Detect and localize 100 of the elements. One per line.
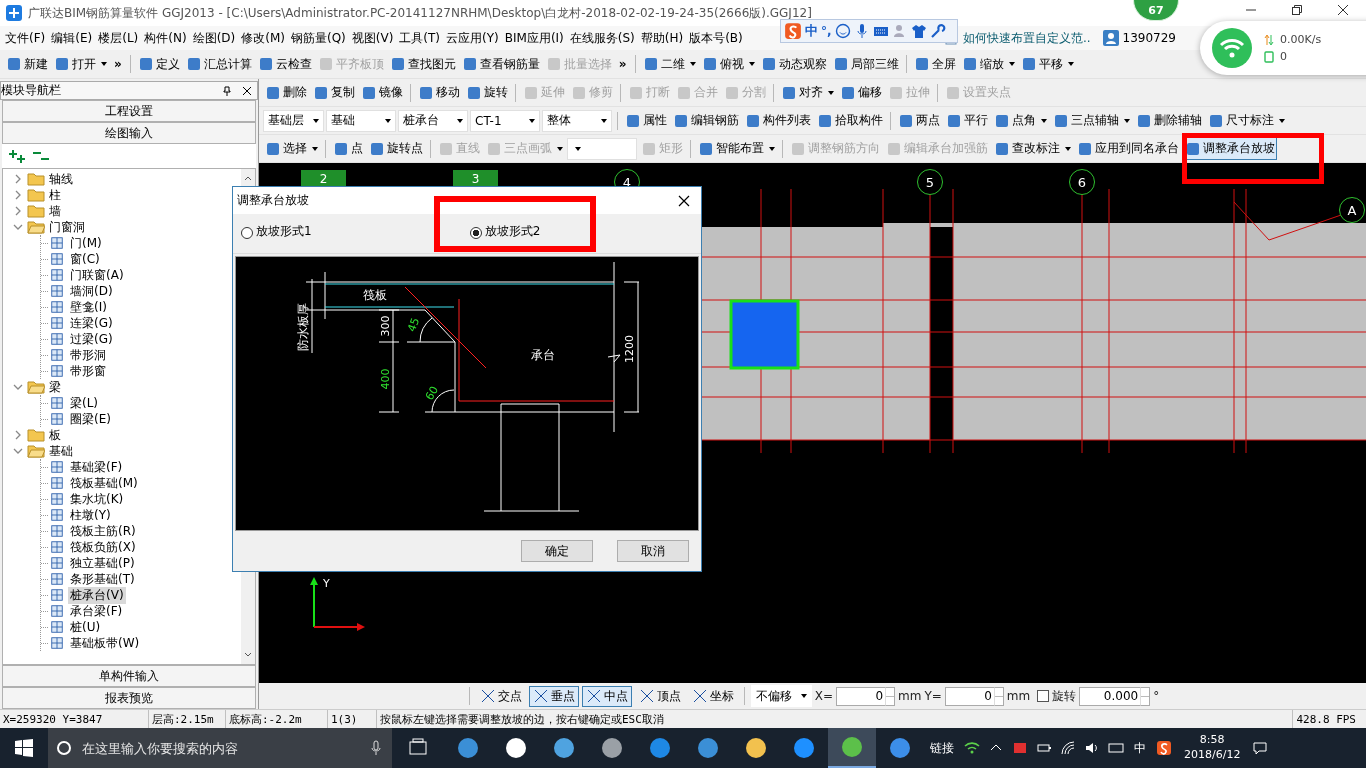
toolbar-button[interactable]: 删除: [263, 81, 309, 104]
radio-label[interactable]: 放坡形式1: [256, 223, 312, 240]
toolbar-button[interactable]: 打开: [52, 52, 109, 76]
dropdown-field[interactable]: 基础层: [263, 109, 324, 132]
expand-toggle[interactable]: [13, 206, 23, 216]
section-button[interactable]: 报表预览: [2, 687, 256, 709]
menu-item[interactable]: 在线服务(S): [566, 27, 638, 49]
tree-item[interactable]: 墙洞(D): [68, 282, 115, 300]
toolbar-button[interactable]: 移动: [416, 81, 462, 104]
toolbar-button[interactable]: 俯视: [699, 52, 757, 76]
input-method-indicator[interactable]: 中: [1134, 739, 1146, 757]
toolbar-button[interactable]: 查找图元: [387, 52, 458, 76]
checkbox-label[interactable]: 旋转: [1052, 687, 1077, 705]
toolbar-button[interactable]: 删除辅轴: [1134, 109, 1204, 132]
toolbar-button[interactable]: 智能布置: [696, 137, 777, 160]
microphone-icon[interactable]: [368, 740, 384, 756]
number-field[interactable]: 0: [836, 686, 886, 706]
toolbar-button[interactable]: 镜像: [359, 81, 405, 104]
expand-toggle[interactable]: [13, 190, 23, 200]
snap-mode-button[interactable]: 交点: [475, 685, 526, 707]
menu-item[interactable]: 版本号(B): [686, 27, 746, 49]
section-button[interactable]: 工程设置: [2, 100, 256, 122]
help-tab[interactable]: 如何快速布置自定义范..: [962, 29, 1091, 47]
snap-mode-button[interactable]: 中点: [581, 685, 632, 707]
clock-time[interactable]: 8:58: [1199, 733, 1225, 748]
toolbar-button[interactable]: 应用到同名承台: [1075, 137, 1181, 160]
ime-mode[interactable]: 中: [805, 22, 818, 40]
menu-item[interactable]: 构件(N): [141, 27, 190, 49]
tree-item[interactable]: 桩(U): [68, 618, 103, 636]
search-field[interactable]: 在这里输入你要搜索的内容: [80, 739, 360, 757]
expand-toggle[interactable]: [13, 382, 23, 392]
menu-item[interactable]: 云应用(Y): [443, 27, 502, 49]
overflow-chevron[interactable]: »: [615, 57, 630, 71]
toolbar-button[interactable]: 属性: [623, 109, 669, 132]
toolbar-button[interactable]: 定义: [135, 52, 182, 76]
tree-item[interactable]: 筏板负筋(X): [68, 538, 138, 556]
tree-item[interactable]: 集水坑(K): [68, 490, 126, 508]
shirt-icon[interactable]: [910, 23, 927, 39]
toolbar-button[interactable]: 偏移: [838, 81, 884, 104]
start-button[interactable]: [14, 738, 34, 758]
snap-mode-button[interactable]: 顶点: [634, 685, 685, 707]
toolbar-button[interactable]: 选择: [263, 137, 320, 160]
tree-folder[interactable]: 门窗洞: [49, 218, 85, 236]
close-icon[interactable]: [242, 85, 252, 96]
toolbar-button[interactable]: 局部三维: [830, 52, 901, 76]
toolbar-label[interactable]: 链接: [930, 739, 954, 757]
dropdown-field[interactable]: 桩承台: [398, 109, 468, 132]
tree-folder[interactable]: 轴线: [49, 170, 73, 188]
offset-dropdown[interactable]: 不偏移: [750, 685, 812, 707]
sogou-icon[interactable]: [1156, 740, 1172, 756]
tree-item[interactable]: 柱墩(Y): [68, 506, 113, 524]
dropdown-field[interactable]: 整体: [542, 109, 612, 132]
collapse-all-icon[interactable]: [32, 149, 50, 163]
dropdown-field[interactable]: CT-1: [470, 109, 540, 132]
toolbar-button[interactable]: 查看钢筋量: [459, 52, 542, 76]
sogou-logo-icon[interactable]: [784, 22, 802, 40]
tree-item[interactable]: 筏板主筋(R): [68, 522, 138, 540]
menu-item[interactable]: 修改(M): [238, 27, 288, 49]
tree-item[interactable]: 窗(C): [68, 250, 102, 268]
tree-item[interactable]: 壁龛(I): [68, 298, 109, 316]
toolbar-button[interactable]: 云检查: [255, 52, 314, 76]
toolbar-button[interactable]: 两点: [896, 109, 942, 132]
section-button[interactable]: 绘图输入: [2, 122, 256, 144]
wrench-icon[interactable]: [929, 23, 946, 39]
checkbox[interactable]: [1037, 690, 1050, 702]
menu-item[interactable]: BIM应用(I): [501, 27, 567, 49]
account-name[interactable]: 1390729: [1122, 31, 1176, 45]
tree-item[interactable]: 基础板带(W): [68, 634, 142, 652]
expand-toggle[interactable]: [13, 446, 23, 456]
radio-button[interactable]: [469, 227, 482, 239]
toolbar-button[interactable]: 旋转: [464, 81, 510, 104]
toolbar-button[interactable]: 尺寸标注: [1206, 109, 1287, 132]
tree-item[interactable]: 承台梁(F): [68, 602, 125, 620]
tree-item[interactable]: 带形洞: [68, 346, 108, 364]
menu-item[interactable]: 视图(V): [348, 27, 397, 49]
toolbar-button[interactable]: 查改标注: [992, 137, 1073, 160]
tree-folder[interactable]: 墙: [49, 202, 61, 220]
radio-label[interactable]: 放坡形式2: [484, 223, 541, 240]
tree-folder[interactable]: 柱: [49, 186, 61, 204]
toolbar-button[interactable]: 编辑钢筋: [671, 109, 741, 132]
toolbar-button[interactable]: 缩放: [959, 52, 1017, 76]
search-bar[interactable]: 在这里输入你要搜索的内容: [48, 728, 392, 768]
toolbar-button[interactable]: 拾取构件: [815, 109, 885, 132]
tree-item[interactable]: 条形基础(T): [68, 570, 137, 588]
tree-item[interactable]: 基础梁(F): [68, 458, 125, 476]
wifi-icon[interactable]: [964, 740, 980, 756]
menu-item[interactable]: 绘图(D): [189, 27, 239, 49]
toolbar-button[interactable]: 全屏: [911, 52, 958, 76]
expand-all-icon[interactable]: [8, 149, 26, 163]
tree-folder[interactable]: 梁: [49, 378, 61, 396]
overflow-chevron[interactable]: »: [111, 57, 125, 71]
smiley-icon[interactable]: [834, 23, 851, 39]
toolbar-button[interactable]: 平移: [1018, 52, 1076, 76]
tree-item[interactable]: 过梁(G): [68, 330, 115, 348]
menu-item[interactable]: 文件(F): [2, 27, 49, 49]
toolbar-button[interactable]: 新建: [4, 52, 50, 76]
network-icon[interactable]: [1060, 740, 1076, 756]
expand-toggle[interactable]: [13, 430, 23, 440]
tree-item[interactable]: 门(M): [68, 234, 104, 252]
menu-item[interactable]: 工具(T): [396, 27, 444, 49]
